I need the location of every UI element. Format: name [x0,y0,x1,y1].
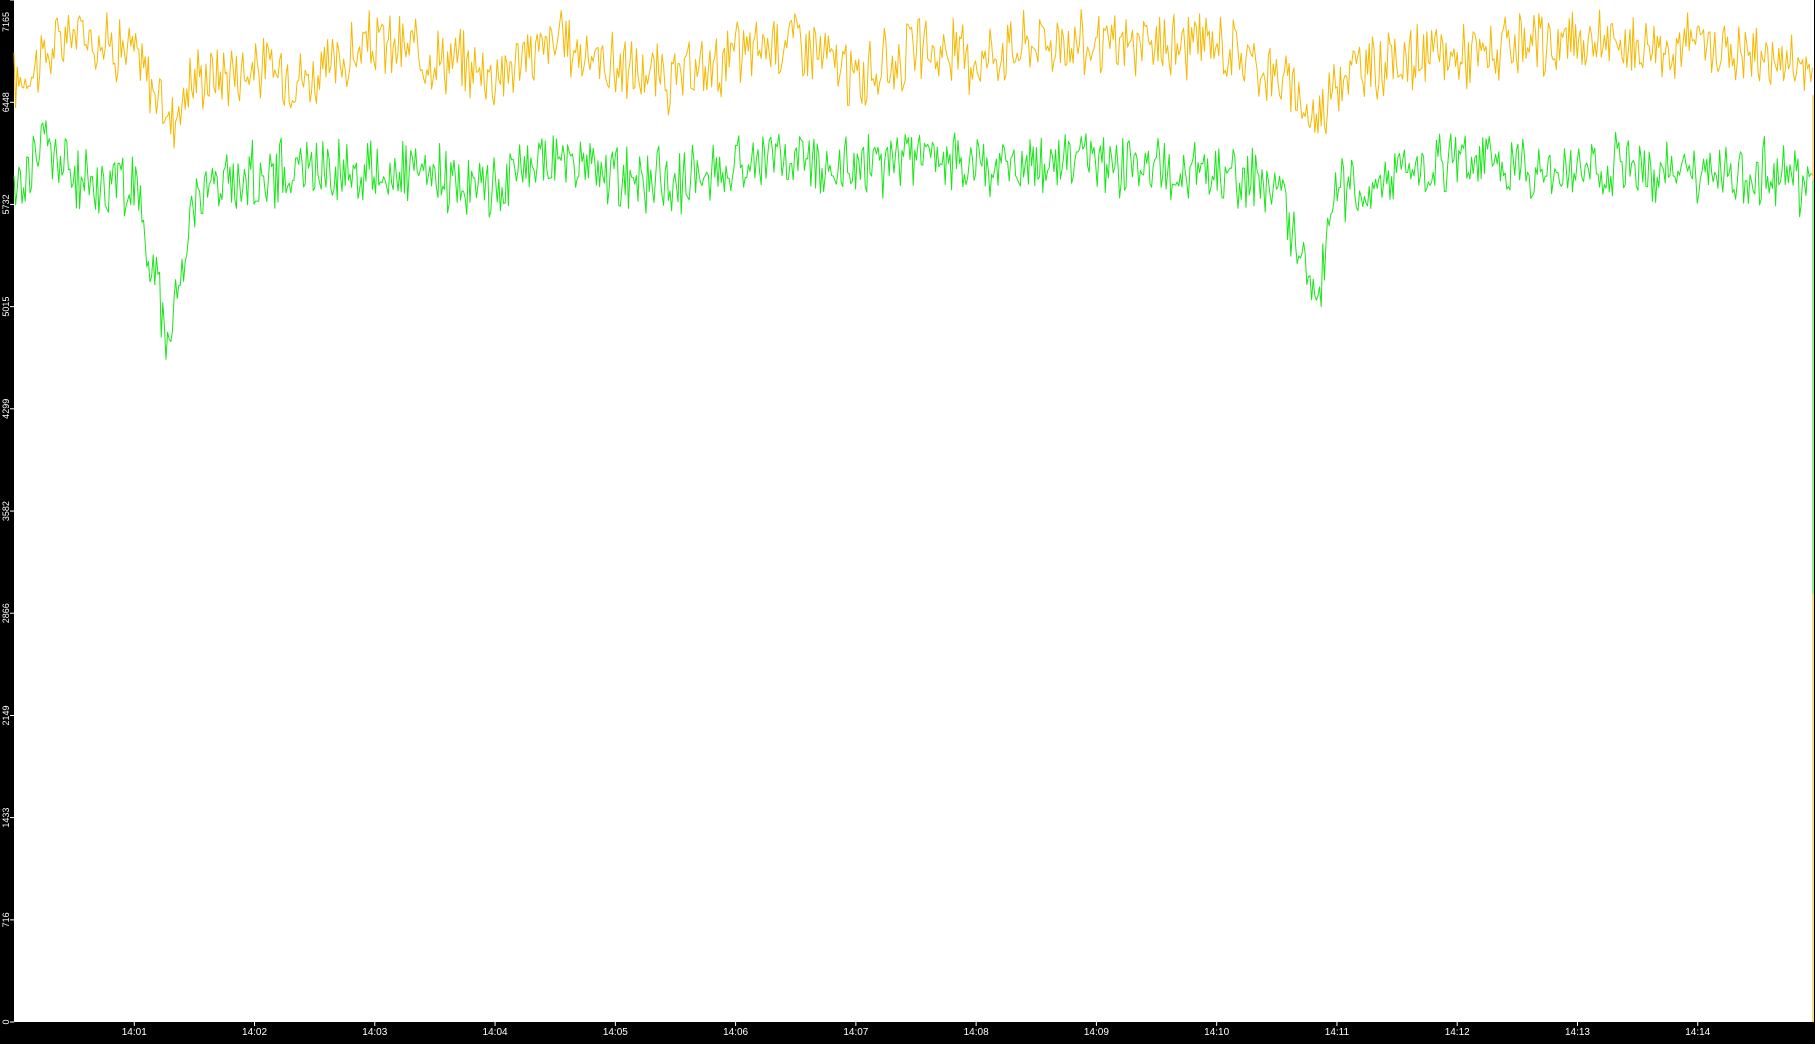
x-tick-label: 14:06 [723,1027,748,1038]
x-tick-label: 14:08 [964,1027,989,1038]
y-tick-label: 2866 [1,603,11,623]
y-tick-label: 1433 [1,808,11,828]
y-tick-label: 0 [1,1019,11,1024]
y-tick-label: 5015 [1,297,11,317]
x-tick-label: 14:11 [1325,1027,1350,1038]
x-tick-label: 14:14 [1685,1027,1710,1038]
x-tick-label: 14:05 [603,1027,628,1038]
plot-area [14,0,1814,1022]
x-tick-label: 14:04 [483,1027,508,1038]
x-tick-label: 14:13 [1565,1027,1590,1038]
x-tick-label: 14:02 [242,1027,267,1038]
x-tick-label: 14:12 [1445,1027,1470,1038]
x-tick-label: 14:03 [362,1027,387,1038]
chart-svg: 0 716 1433 2149 2866 3582 4299 5015 5732 6448 7165… [1,0,1814,1038]
x-tick-label: 14:09 [1084,1027,1109,1038]
x-axis: 14:01 14:02 14:03 14:04 14:05 14:06 14:07 14:08… [122,1022,1711,1038]
y-tick-label: 6448 [1,92,11,112]
y-tick-label: 4299 [1,399,11,419]
y-tick-label: 7165 [1,12,11,32]
y-tick-label: 716 [1,912,11,927]
y-tick-label: 5732 [1,194,11,214]
y-tick-label: 2149 [1,705,11,725]
x-tick-label: 14:01 [122,1027,147,1038]
line-chart: 0 716 1433 2149 2866 3582 4299 5015 5732 6448 7165… [0,0,1815,1039]
y-tick-label: 3582 [1,501,11,521]
x-tick-label: 14:10 [1204,1027,1229,1038]
x-tick-label: 14:07 [843,1027,868,1038]
y-axis: 0 716 1433 2149 2866 3582 4299 5015 5732 6448 7165 [1,0,14,1025]
